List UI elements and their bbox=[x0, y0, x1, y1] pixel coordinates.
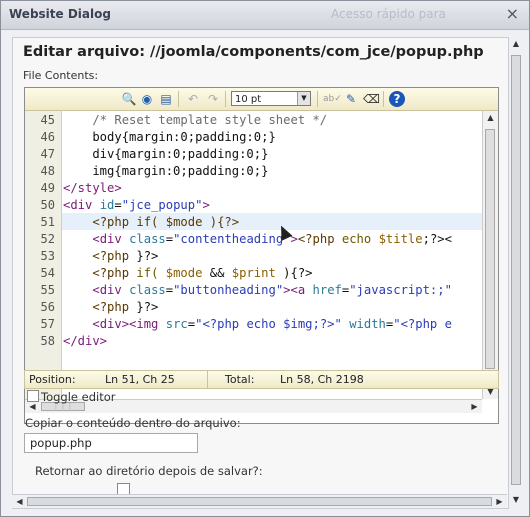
toggle-editor-label: Toggle editor bbox=[41, 390, 116, 404]
return-directory-label: Retornar ao diretório depois de salvar?: bbox=[35, 464, 263, 478]
toolbar-separator bbox=[317, 91, 318, 107]
code-line[interactable]: </div> bbox=[63, 333, 107, 350]
scroll-thumb[interactable] bbox=[511, 55, 521, 485]
code-area[interactable]: 45 46 47 48 49 50 51 52 53 54 55 56 57 58 /* Reset te… bbox=[25, 111, 482, 399]
clear-icon[interactable]: ⌫ bbox=[363, 91, 380, 107]
dialog-horizontal-scrollbar[interactable]: ◀ ▶ bbox=[12, 494, 507, 508]
code-line[interactable]: div{margin:0;padding:0;} bbox=[63, 146, 268, 163]
line-number: 45 bbox=[40, 113, 55, 127]
scroll-down-arrow-icon[interactable]: ▼ bbox=[509, 493, 523, 507]
scroll-left-arrow-icon[interactable]: ◀ bbox=[12, 495, 27, 508]
toggle-editor[interactable]: Toggle editor bbox=[27, 390, 115, 404]
line-number: 49 bbox=[40, 181, 55, 195]
help-icon[interactable]: ? bbox=[389, 91, 405, 107]
code-line[interactable]: <div class="contentheading"><?php echo $… bbox=[63, 231, 452, 248]
window-title: Website Dialog bbox=[9, 7, 111, 21]
line-number: 52 bbox=[40, 232, 55, 246]
code-line[interactable]: /* Reset template style sheet */ bbox=[63, 112, 327, 129]
dialog-vertical-scrollbar[interactable]: ▲ ▼ bbox=[508, 37, 523, 507]
close-icon[interactable]: × bbox=[506, 4, 519, 23]
code-line[interactable]: body{margin:0;padding:0;} bbox=[63, 129, 275, 146]
code-line[interactable]: <div class="buttonheading"><a href="java… bbox=[63, 282, 452, 299]
toolbar-separator bbox=[383, 91, 384, 107]
toggle-editor-checkbox[interactable] bbox=[27, 390, 39, 402]
line-number: 53 bbox=[40, 249, 55, 263]
line-number: 48 bbox=[40, 164, 55, 178]
chevron-down-icon: ▼ bbox=[297, 92, 310, 105]
replace-icon[interactable]: ◉ bbox=[139, 91, 155, 107]
line-number: 46 bbox=[40, 130, 55, 144]
toolbar-separator bbox=[178, 91, 179, 107]
filename-input[interactable]: popup.php bbox=[24, 433, 198, 453]
code-line[interactable]: <?php if( $mode ){?> bbox=[63, 214, 239, 231]
line-number: 54 bbox=[40, 266, 55, 280]
code-line[interactable]: <div><img src="<?php echo $img;?>" width… bbox=[63, 316, 452, 333]
scroll-thumb[interactable] bbox=[485, 129, 495, 369]
dialog-window: Website Dialog Acesso rápido para × Edit… bbox=[0, 0, 530, 517]
code-line[interactable]: <?php }?> bbox=[63, 248, 158, 265]
code-line[interactable]: img{margin:0;padding:0;} bbox=[63, 163, 268, 180]
editor-vertical-scrollbar[interactable]: ▲ ▼ bbox=[482, 111, 498, 399]
spellcheck-icon[interactable]: ab✓ bbox=[323, 91, 342, 107]
editor-status-bar: Position: Ln 51, Ch 25 Total: Ln 58, Ch … bbox=[24, 370, 499, 389]
font-size-select[interactable]: 10 pt ▼ bbox=[231, 91, 311, 106]
dialog-content: Editar arquivo: //joomla/components/com_… bbox=[12, 37, 509, 509]
code-line[interactable]: <?php }?> bbox=[63, 299, 158, 316]
total-label: Total: bbox=[225, 373, 255, 386]
line-number: 56 bbox=[40, 300, 55, 314]
scroll-up-arrow-icon[interactable]: ▲ bbox=[483, 111, 498, 125]
background-watermark-text: Acesso rápido para bbox=[331, 7, 446, 21]
editor-toolbar: 🔍 ◉ ▤ ↶ ↷ 10 pt ▼ ab✓ ✎ ⌫ ? bbox=[25, 88, 498, 111]
position-label: Position: bbox=[29, 373, 76, 386]
scroll-right-arrow-icon[interactable]: ▶ bbox=[492, 495, 507, 508]
title-bar[interactable]: Website Dialog Acesso rápido para × bbox=[1, 1, 529, 30]
copy-contents-label: Copiar o conteúdo dentro do arquivo: bbox=[25, 416, 241, 430]
redo-icon[interactable]: ↷ bbox=[205, 91, 221, 107]
page-title: Editar arquivo: //joomla/components/com_… bbox=[23, 44, 484, 60]
gotoline-icon[interactable]: ▤ bbox=[158, 91, 174, 107]
font-size-value: 10 pt bbox=[235, 94, 262, 105]
scroll-thumb[interactable] bbox=[27, 497, 492, 506]
format-icon[interactable]: ✎ bbox=[343, 91, 359, 107]
toolbar-separator bbox=[225, 91, 226, 107]
code-line[interactable]: </style> bbox=[63, 180, 122, 197]
find-icon[interactable]: 🔍 bbox=[121, 91, 137, 107]
scroll-right-arrow-icon[interactable]: ▶ bbox=[467, 400, 482, 413]
position-value: Ln 51, Ch 25 bbox=[105, 373, 175, 386]
status-divider bbox=[207, 371, 208, 388]
line-number-gutter: 45 46 47 48 49 50 51 52 53 54 55 56 57 58 bbox=[25, 111, 62, 399]
line-number: 50 bbox=[40, 198, 55, 212]
line-number: 58 bbox=[40, 334, 55, 348]
scroll-up-arrow-icon[interactable]: ▲ bbox=[509, 37, 523, 51]
line-number: 47 bbox=[40, 147, 55, 161]
code-line[interactable]: <div id="jce_popup"> bbox=[63, 197, 210, 214]
line-number: 55 bbox=[40, 283, 55, 297]
line-number: 57 bbox=[40, 317, 55, 331]
total-value: Ln 58, Ch 2198 bbox=[280, 373, 364, 386]
line-number: 51 bbox=[40, 215, 55, 229]
file-contents-label: File Contents: bbox=[23, 69, 99, 82]
undo-icon[interactable]: ↶ bbox=[185, 91, 201, 107]
code-line[interactable]: <?php if( $mode && $print ){?> bbox=[63, 265, 312, 282]
